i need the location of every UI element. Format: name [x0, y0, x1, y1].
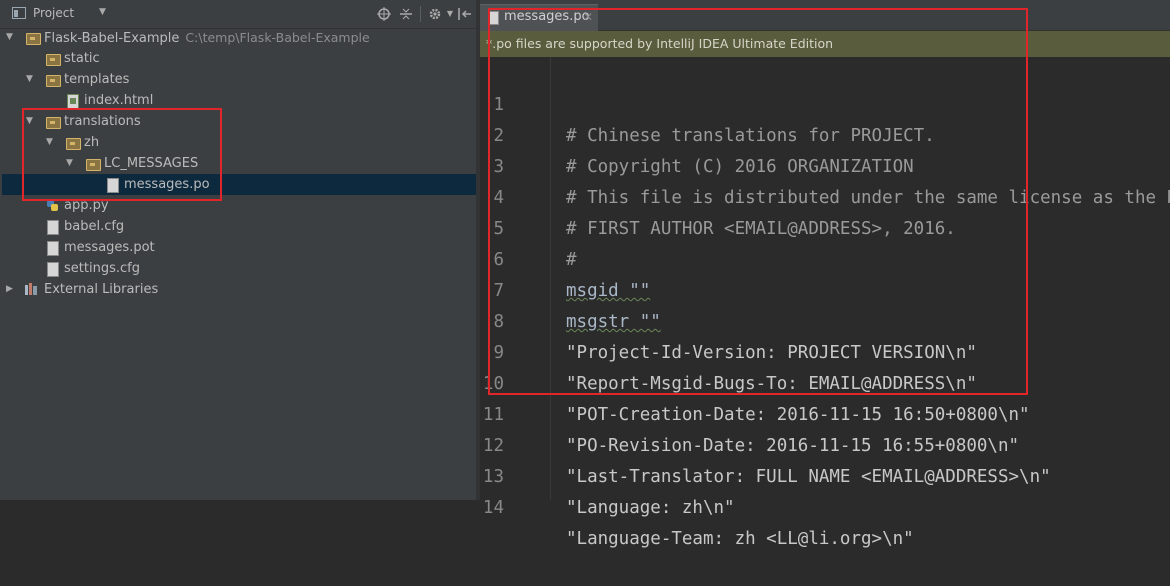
code-line: 2 # Copyright (C) 2016 ORGANIZATION — [480, 90, 1170, 177]
project-view-label[interactable]: Project — [33, 6, 74, 20]
code-line: 14 "Language-Team: zh <LL@li.org>\n" — [480, 462, 1170, 549]
folder-icon — [46, 75, 61, 87]
library-icon — [25, 283, 37, 295]
project-toolbar: Project ▼ ▼ — [0, 0, 476, 29]
editor: messages.po ✕ *.po files are supported b… — [480, 0, 1170, 549]
code-line: 9 "Report-Msgid-Bugs-To: EMAIL@ADDRESS\n… — [480, 307, 1170, 394]
expand-arrow-icon[interactable]: ▼ — [66, 153, 78, 174]
code-line: 8 "Project-Id-Version: PROJECT VERSION\n… — [480, 276, 1170, 363]
code-line: 1 # Chinese translations for PROJECT. — [480, 59, 1170, 146]
code-line: 11 "PO-Revision-Date: 2016-11-15 16:55+0… — [480, 369, 1170, 456]
code-line: 3 # This file is distributed under the s… — [480, 121, 1170, 208]
chevron-down-icon[interactable]: ▼ — [99, 7, 106, 17]
plugin-notice-banner: *.po files are supported by IntelliJ IDE… — [480, 31, 1170, 57]
toolbar-separator — [420, 6, 421, 22]
expand-arrow-icon[interactable]: ▼ — [26, 111, 38, 132]
tree-item-label: translations — [64, 114, 141, 129]
tree-item-project-root[interactable]: ▼ Flask-Babel-Example C:\temp\Flask-Babel… — [0, 27, 476, 48]
close-icon[interactable]: ✕ — [583, 5, 593, 29]
tree-item-app-py[interactable]: app.py — [0, 195, 476, 216]
line-text: "Language: zh\n" — [566, 498, 735, 518]
editor-tab-bar: messages.po ✕ — [480, 0, 1170, 31]
project-panel: Project ▼ ▼ ▼ Flask-Babel-ExampleC:\tem — [0, 0, 476, 500]
folder-icon — [26, 33, 41, 45]
folder-icon — [46, 117, 61, 129]
tab-label: messages.po — [504, 9, 590, 24]
tree-item-label: messages.po — [124, 177, 210, 192]
file-icon — [47, 241, 59, 256]
code-line: 5 # — [480, 183, 1170, 270]
tree-item-index-html[interactable]: index.html — [0, 90, 476, 111]
tree-item-templates[interactable]: ▼ templates — [0, 69, 476, 90]
tree-item-label: static — [64, 51, 100, 66]
code-line: 7 msgstr "" — [480, 245, 1170, 332]
notice-text: *.po files are supported by IntelliJ IDE… — [486, 36, 834, 51]
file-icon — [47, 262, 59, 277]
expand-arrow-icon[interactable]: ▼ — [46, 132, 58, 153]
tree-item-label: zh — [84, 135, 100, 150]
tree-item-messages-pot[interactable]: messages.pot — [0, 237, 476, 258]
expand-arrow-icon[interactable]: ▼ — [26, 69, 38, 90]
tree-item-zh[interactable]: ▼ zh — [0, 132, 476, 153]
crosshair-icon[interactable] — [375, 5, 393, 23]
tree-item-messages-po[interactable]: messages.po — [2, 174, 476, 195]
code-area[interactable]: 1 # Chinese translations for PROJECT. 2 … — [480, 57, 1170, 549]
tree-item-label: app.py — [64, 198, 109, 213]
tree-item-label: index.html — [84, 93, 154, 108]
folder-icon — [86, 159, 101, 171]
code-line: 12 "Last-Translator: FULL NAME <EMAIL@AD… — [480, 400, 1170, 487]
html-file-icon — [67, 94, 79, 109]
code-line: 4 # FIRST AUTHOR <EMAIL@ADDRESS>, 2016. — [480, 152, 1170, 239]
tree-item-external-libraries[interactable]: ▶ External Libraries — [0, 279, 476, 300]
tree-item-babel-cfg[interactable]: babel.cfg — [0, 216, 476, 237]
line-text: "Language-Team: zh <LL@li.org>\n" — [566, 529, 914, 549]
tab-messages-po[interactable]: messages.po ✕ — [480, 4, 598, 31]
line-number: 14 — [482, 498, 504, 518]
file-icon — [47, 220, 59, 235]
tree-item-label: settings.cfg — [64, 261, 140, 276]
tree-item-label: templates — [64, 72, 130, 87]
tree-item-lc-messages[interactable]: ▼ LC_MESSAGES — [0, 153, 476, 174]
folder-icon — [46, 54, 61, 66]
tree-item-label: messages.pot — [64, 240, 155, 255]
code-line: 10 "POT-Creation-Date: 2016-11-15 16:50+… — [480, 338, 1170, 425]
tree-item-settings-cfg[interactable]: settings.cfg — [0, 258, 476, 279]
python-file-icon — [47, 200, 58, 211]
code-line: 13 "Language: zh\n" — [480, 431, 1170, 518]
tree-item-static[interactable]: static — [0, 48, 476, 69]
project-root-path: C:\temp\Flask-Babel-Example — [185, 30, 370, 45]
expand-arrow-icon[interactable]: ▶ — [6, 279, 18, 300]
project-view-icon — [12, 7, 26, 19]
code-line: 6 msgid "" — [480, 214, 1170, 301]
tree-item-translations[interactable]: ▼ translations — [0, 111, 476, 132]
tree-item-label: babel.cfg — [64, 219, 125, 234]
tree-item-label: External Libraries — [44, 282, 159, 297]
expand-arrow-icon[interactable]: ▼ — [6, 27, 18, 48]
folder-icon — [66, 138, 81, 150]
tree-item-label: LC_MESSAGES — [104, 156, 199, 171]
file-icon — [107, 178, 119, 193]
collapse-all-icon[interactable] — [397, 5, 415, 23]
project-root-label: Flask-Babel-Example — [44, 31, 180, 46]
file-icon — [488, 11, 499, 25]
hide-panel-icon[interactable] — [456, 5, 474, 23]
